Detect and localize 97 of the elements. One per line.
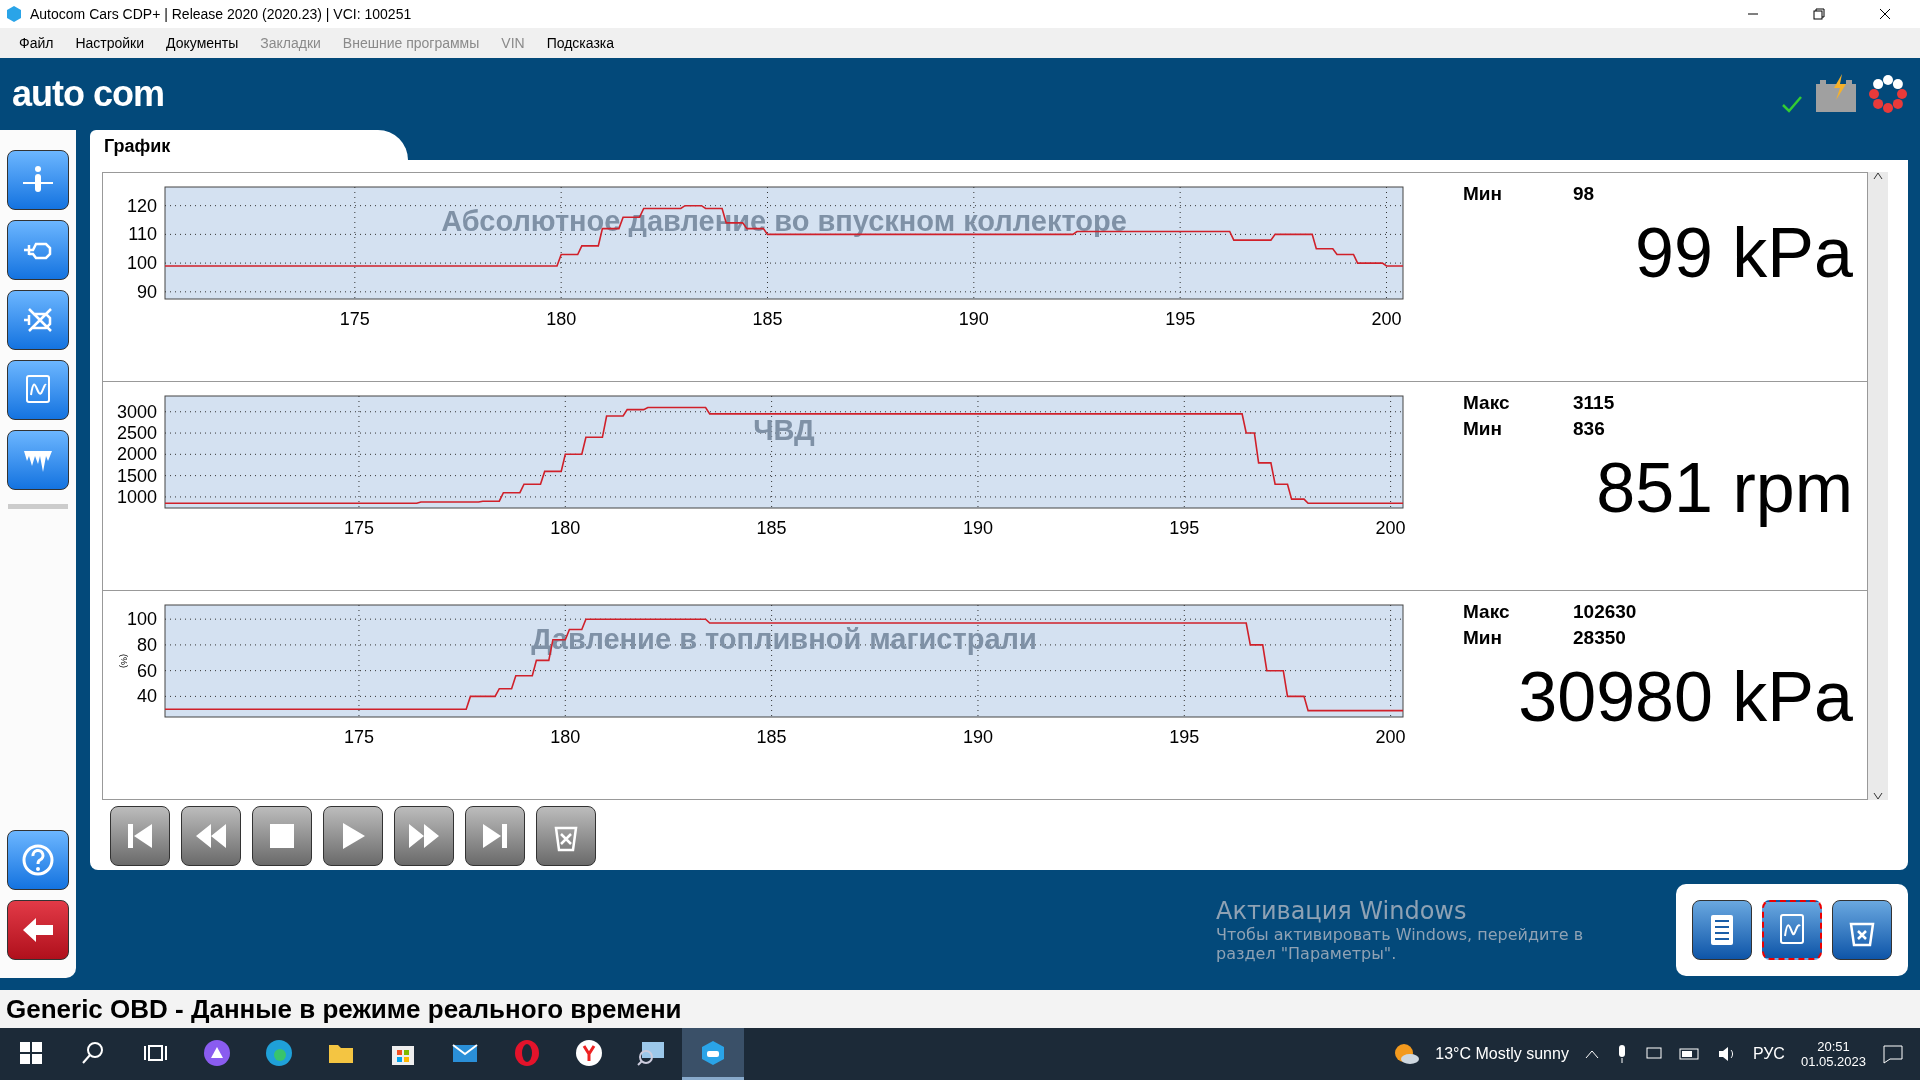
axis-tick-label: 195 — [1169, 518, 1200, 538]
tool-button[interactable] — [7, 220, 69, 280]
help-button[interactable] — [7, 830, 69, 890]
tool-button[interactable] — [7, 150, 69, 210]
status-text: Generic OBD - Данные в режиме реального времени — [6, 993, 682, 1025]
axis-tick-label: 40 — [136, 686, 157, 707]
axis-tick-label: 200 — [1375, 518, 1406, 538]
axis-tick-label: 185 — [756, 518, 787, 538]
chart-title: ЧВД — [753, 414, 815, 446]
axis-tick-label: 100 — [126, 609, 157, 630]
car-app-icon[interactable] — [699, 1038, 727, 1067]
axis-tick-label: 110 — [128, 224, 157, 245]
playback-button[interactable] — [181, 806, 241, 866]
axis-tick-label: 185 — [752, 309, 783, 329]
axis-tick-label: 180 — [546, 309, 577, 329]
notification-icon[interactable] — [1882, 1043, 1904, 1065]
browser-icon[interactable] — [265, 1038, 293, 1067]
language-indicator[interactable]: РУС — [1752, 1045, 1785, 1063]
y-browser-icon[interactable] — [575, 1038, 603, 1067]
axis-tick-label: 2500 — [116, 423, 157, 444]
stat-label: Мин — [1463, 182, 1503, 206]
current-reading: 30980 kPa — [1517, 657, 1853, 737]
menu-item[interactable]: Подсказка — [537, 35, 624, 51]
menu-item[interactable]: Документы — [157, 35, 248, 51]
axis-tick-label: 175 — [339, 309, 370, 329]
battery-icon[interactable] — [1678, 1047, 1701, 1061]
logo: auto com — [12, 73, 165, 115]
chevron-up-icon[interactable] — [1584, 1049, 1599, 1059]
axis-tick-label: 3000 — [116, 401, 157, 422]
stat-value: 98 — [1573, 182, 1596, 206]
stat-label: Макс — [1463, 391, 1511, 415]
axis-tick-label: 1500 — [116, 465, 157, 486]
ring-icon[interactable] — [513, 1038, 541, 1067]
axis-tick-label: 90 — [136, 281, 157, 302]
axis-tick-label: 80 — [136, 634, 157, 655]
weather-icon — [1393, 1042, 1420, 1066]
axis-tick-label: 175 — [343, 727, 374, 747]
axis-tick-label: 175 — [343, 518, 374, 538]
view-button[interactable] — [1762, 900, 1822, 960]
menu-item[interactable]: Файл — [10, 35, 63, 51]
scroll-down-icon[interactable] — [1873, 792, 1883, 800]
help-icon — [21, 843, 55, 877]
tab[interactable]: График — [90, 130, 408, 160]
start-icon[interactable] — [20, 1041, 42, 1064]
tool-button[interactable] — [7, 430, 69, 490]
tool-button[interactable] — [7, 360, 69, 420]
scrollbar[interactable] — [1868, 172, 1888, 800]
battery-icon — [1814, 74, 1858, 114]
view-button[interactable] — [1832, 900, 1892, 960]
spinner-icon — [1868, 74, 1908, 114]
menu-item[interactable]: Настройки — [66, 35, 154, 51]
search-icon[interactable] — [80, 1039, 106, 1066]
stat-value: 836 — [1573, 417, 1606, 441]
stat-label: Макс — [1463, 600, 1511, 624]
axis-tick-label: 190 — [962, 727, 993, 747]
stat-label: Мин — [1463, 626, 1503, 650]
playback-button[interactable] — [110, 806, 170, 866]
current-reading: 851 rpm — [1595, 448, 1853, 528]
back-button[interactable] — [7, 900, 69, 960]
axis-tick-label: 1000 — [116, 486, 157, 507]
axis-tick-label: 60 — [136, 660, 157, 681]
playback-button[interactable] — [394, 806, 454, 866]
scroll-up-icon[interactable] — [1873, 172, 1883, 180]
axis-label: (%) — [119, 654, 129, 668]
stat-label: Мин — [1463, 417, 1503, 441]
axis-tick-label: 100 — [126, 253, 157, 274]
window-title: Autocom Cars CDP+ | Release 2020 (2020.23) | VCI: 100251 — [30, 6, 413, 22]
app-icon — [6, 6, 22, 22]
view-button[interactable] — [1692, 900, 1752, 960]
clock-date[interactable]: 01.05.2023 — [1800, 1054, 1866, 1069]
clock-time[interactable]: 20:51 — [1817, 1039, 1850, 1054]
activation-text: Чтобы активировать Windows, перейдите в раздел "Параметры". — [1216, 925, 1585, 963]
axis-tick-label: 195 — [1169, 727, 1200, 747]
axis-tick-label: 190 — [958, 309, 989, 329]
circle-app-icon[interactable] — [203, 1038, 231, 1067]
activation-title: Активация Windows — [1216, 897, 1468, 925]
axis-tick-label: 120 — [126, 195, 157, 216]
axis-tick-label: 195 — [1165, 309, 1196, 329]
axis-tick-label: 180 — [550, 518, 581, 538]
axis-tick-label: 180 — [550, 727, 581, 747]
axis-tick-label: 190 — [962, 518, 993, 538]
current-reading: 99 kPa — [1634, 213, 1853, 293]
playback-button[interactable] — [252, 806, 312, 866]
playback-button[interactable] — [536, 806, 596, 866]
playback-button[interactable] — [323, 806, 383, 866]
axis-tick-label: 185 — [756, 727, 787, 747]
close-icon[interactable] — [1879, 8, 1891, 20]
playback-button[interactable] — [465, 806, 525, 866]
stat-value: 102630 — [1573, 600, 1638, 624]
tool-button[interactable] — [7, 290, 69, 350]
weather-text[interactable]: 13°C Mostly sunny — [1435, 1045, 1569, 1063]
axis-tick-label: 200 — [1375, 727, 1406, 747]
axis-tick-label: 200 — [1371, 309, 1402, 329]
restore-icon[interactable] — [1813, 8, 1825, 20]
axis-tick-label: 2000 — [116, 444, 157, 465]
stat-value: 3115 — [1573, 391, 1616, 415]
stat-value: 28350 — [1573, 626, 1627, 650]
